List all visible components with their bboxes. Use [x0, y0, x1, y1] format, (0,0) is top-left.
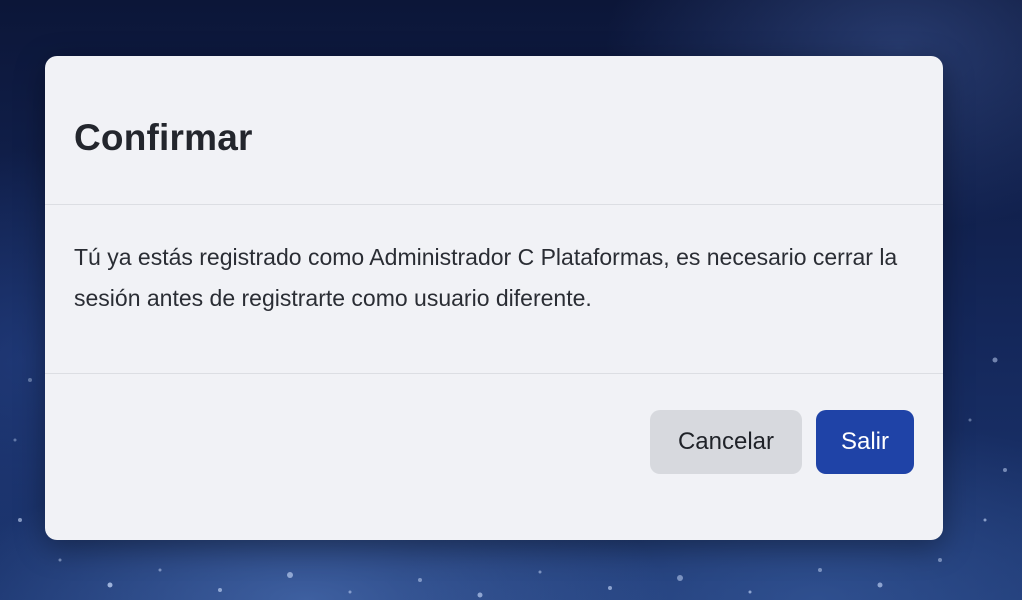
dialog-title: Confirmar — [74, 117, 253, 158]
dialog-message: Tú ya estás registrado como Administrado… — [74, 244, 898, 311]
dialog-header: Confirmar — [45, 56, 943, 205]
exit-button[interactable]: Salir — [816, 410, 914, 474]
confirm-dialog: Confirmar Tú ya estás registrado como Ad… — [45, 56, 943, 540]
dialog-footer: Cancelar Salir — [45, 374, 943, 540]
cancel-button[interactable]: Cancelar — [650, 410, 802, 474]
dialog-body: Tú ya estás registrado como Administrado… — [45, 205, 943, 374]
